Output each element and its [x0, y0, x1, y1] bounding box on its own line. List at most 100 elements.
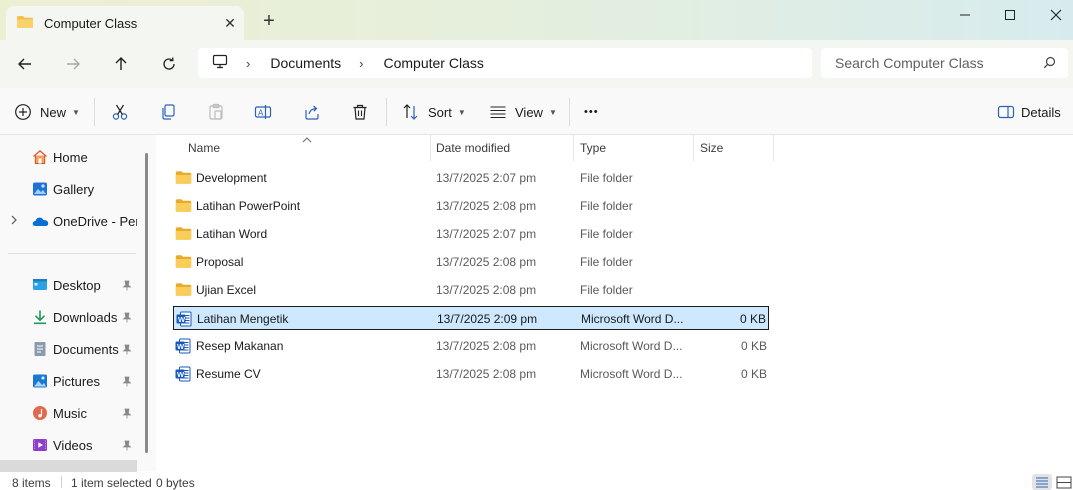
pin-icon[interactable]: [122, 311, 132, 326]
column-header-type[interactable]: Type: [580, 135, 690, 161]
arrow-left-icon: [18, 58, 31, 70]
table-row[interactable]: Development 13/7/2025 2:07 pm File folder: [173, 166, 769, 190]
details-view-toggle[interactable]: [1032, 474, 1052, 490]
sidebar-divider: [8, 253, 136, 254]
file-date-modified: 13/7/2025 2:07 pm: [436, 227, 537, 241]
sidebar-item-videos[interactable]: Videos: [0, 431, 140, 459]
sidebar-scrollbar[interactable]: [145, 153, 148, 453]
arrow-right-icon: [67, 58, 80, 70]
up-button[interactable]: [106, 50, 136, 78]
column-divider[interactable]: [773, 135, 774, 161]
search-input[interactable]: Search Computer Class: [821, 48, 1068, 78]
table-row[interactable]: Proposal 13/7/2025 2:08 pm File folder: [173, 250, 769, 274]
breadcrumb-computer-class[interactable]: Computer Class: [384, 55, 484, 71]
copy-button[interactable]: [159, 99, 177, 125]
table-row[interactable]: W Resep Makanan 13/7/2025 2:08 pm Microsoft…: [173, 334, 769, 358]
pin-icon[interactable]: [122, 343, 132, 358]
chevron-down-icon: ▼: [548, 107, 557, 117]
sidebar-item-gallery[interactable]: Gallery: [0, 175, 140, 203]
breadcrumb-documents[interactable]: Documents: [270, 55, 341, 71]
refresh-button[interactable]: [154, 50, 184, 78]
file-name: Resume CV: [196, 367, 261, 381]
share-button[interactable]: [303, 99, 321, 125]
videos-icon: [32, 437, 48, 456]
tiles-view-toggle[interactable]: [1054, 474, 1073, 490]
sidebar-item-music[interactable]: Music: [0, 399, 140, 427]
column-header-date[interactable]: Date modified: [436, 135, 576, 161]
cut-button[interactable]: [111, 99, 129, 125]
column-divider[interactable]: [430, 135, 431, 161]
sidebar-item-label: Gallery: [53, 181, 95, 197]
table-row[interactable]: Ujian Excel 13/7/2025 2:08 pm File folder: [173, 278, 769, 302]
column-divider[interactable]: [573, 135, 574, 161]
more-options-button[interactable]: •••: [584, 99, 599, 125]
navigation-pane: Home Gallery OneDrive - Personal Desktop…: [0, 135, 156, 472]
address-bar[interactable]: › Documents › Computer Class: [198, 48, 812, 78]
minimize-button[interactable]: [942, 0, 988, 30]
sort-button[interactable]: Sort ▼: [402, 99, 466, 125]
pin-icon[interactable]: [122, 279, 132, 294]
file-type: File folder: [580, 227, 633, 241]
downloads-icon: [32, 309, 48, 328]
details-button[interactable]: Details: [997, 99, 1061, 125]
column-header-label: Date modified: [436, 141, 511, 155]
details-label: Details: [1021, 104, 1061, 120]
view-label: View: [515, 104, 543, 120]
folder-icon: [16, 15, 34, 32]
new-tab-button[interactable]: +: [256, 8, 282, 34]
pin-icon[interactable]: [122, 439, 132, 454]
svg-text:W: W: [177, 370, 185, 379]
view-list-icon: [490, 106, 506, 119]
column-divider[interactable]: [693, 135, 694, 161]
scissors-icon: [112, 104, 128, 120]
pin-icon[interactable]: [122, 407, 132, 422]
table-row-selected[interactable]: W Latihan Mengetik 13/7/2025 2:09 pm Micros…: [173, 306, 769, 330]
table-row[interactable]: W Resume CV 13/7/2025 2:08 pm Microsoft Wor…: [173, 362, 769, 386]
chevron-right-icon[interactable]: [10, 213, 18, 230]
desktop-icon: [32, 277, 48, 296]
svg-text:A: A: [258, 109, 264, 118]
delete-button[interactable]: [351, 99, 369, 125]
sidebar-item-documents[interactable]: Documents: [0, 335, 140, 363]
sidebar-item-desktop[interactable]: Desktop: [0, 271, 140, 299]
file-name: Ujian Excel: [196, 283, 257, 297]
file-size: 0 KB: [739, 312, 766, 326]
paste-icon: [209, 103, 223, 120]
selection-size: 0 bytes: [156, 476, 195, 490]
tab-computer-class[interactable]: Computer Class ✕: [6, 6, 244, 40]
sidebar-item-selected-partial[interactable]: [0, 460, 137, 472]
plus-circle-icon: [15, 104, 31, 120]
file-name: Proposal: [196, 255, 244, 269]
new-button[interactable]: New ▼: [14, 99, 80, 125]
navigation-bar: › Documents › Computer Class Search Comp…: [0, 40, 1073, 88]
file-date-modified: 13/7/2025 2:08 pm: [436, 283, 537, 297]
chevron-down-icon: ▼: [72, 107, 80, 117]
maximize-button[interactable]: [987, 0, 1033, 30]
sidebar-item-home[interactable]: Home: [0, 143, 140, 171]
close-window-button[interactable]: [1033, 0, 1073, 30]
new-label: New: [40, 104, 67, 120]
table-row[interactable]: Latihan PowerPoint 13/7/2025 2:08 pm File …: [173, 194, 769, 218]
column-header-name[interactable]: Name: [188, 135, 428, 161]
sidebar-item-downloads[interactable]: Downloads: [0, 303, 140, 331]
table-row[interactable]: Latihan Word 13/7/2025 2:07 pm File folder: [173, 222, 769, 246]
home-icon: [32, 149, 48, 168]
tab-title: Computer Class: [44, 15, 138, 31]
sidebar-item-onedrive[interactable]: OneDrive - Personal: [0, 207, 140, 235]
forward-button[interactable]: [58, 50, 88, 78]
column-header-label: Size: [700, 141, 724, 155]
view-button[interactable]: View ▼: [489, 99, 557, 125]
onedrive-icon: [32, 213, 49, 232]
divider: [61, 476, 62, 488]
back-button[interactable]: [10, 50, 40, 78]
pin-icon[interactable]: [122, 375, 132, 390]
paste-button[interactable]: [207, 99, 225, 125]
breadcrumb-separator: ›: [359, 55, 364, 71]
close-tab-icon[interactable]: ✕: [216, 15, 244, 32]
file-date-modified: 13/7/2025 2:09 pm: [437, 312, 538, 326]
file-date-modified: 13/7/2025 2:08 pm: [436, 255, 537, 269]
sidebar-item-pictures[interactable]: Pictures: [0, 367, 140, 395]
divider: [94, 98, 95, 126]
rename-button[interactable]: A: [254, 99, 272, 125]
column-header-size[interactable]: Size: [700, 135, 770, 161]
